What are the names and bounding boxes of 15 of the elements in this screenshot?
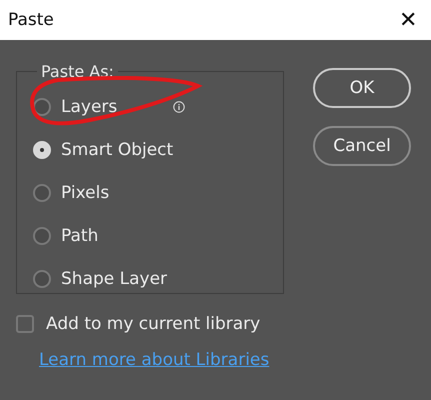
info-icon <box>173 100 186 112</box>
ok-button[interactable]: OK <box>313 68 411 108</box>
window-title: Paste <box>8 10 54 30</box>
radio-button[interactable] <box>33 184 51 202</box>
cancel-button[interactable]: Cancel <box>313 126 411 166</box>
option-label[interactable]: Layers <box>61 96 118 116</box>
option-label[interactable]: Pixels <box>61 182 110 202</box>
checkbox-label[interactable]: Add to my current library <box>46 314 260 334</box>
option-label[interactable]: Smart Object <box>61 140 174 160</box>
close-button[interactable]: ✕ <box>395 9 421 31</box>
checkbox[interactable] <box>16 315 34 333</box>
radio-button[interactable] <box>33 226 51 244</box>
option-label[interactable]: Path <box>61 226 98 246</box>
option-label[interactable]: Shape Layer <box>61 268 168 288</box>
radio-button[interactable] <box>33 270 51 288</box>
